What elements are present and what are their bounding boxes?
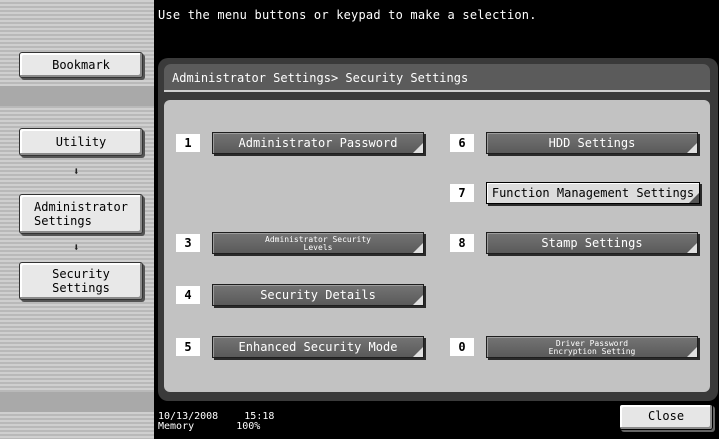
option-key: 0 bbox=[450, 338, 474, 356]
option-key: 4 bbox=[176, 286, 200, 304]
option-label: Administrator Password bbox=[238, 136, 398, 150]
panel-title: Administrator Settings> Security Setting… bbox=[164, 64, 710, 92]
driver-password-encryption-setting-button[interactable]: Driver Password Encryption Setting bbox=[486, 336, 698, 358]
breadcrumb-label: Security Settings bbox=[52, 267, 110, 295]
close-button[interactable]: Close bbox=[619, 404, 713, 430]
function-management-settings-button[interactable]: Function Management Settings bbox=[486, 182, 700, 204]
down-arrow-icon: ⬇ bbox=[73, 241, 80, 254]
memory-label: Memory bbox=[158, 421, 195, 432]
close-label: Close bbox=[647, 409, 685, 423]
option-label: HDD Settings bbox=[548, 136, 636, 150]
breadcrumb-administrator-settings[interactable]: Administrator Settings bbox=[19, 194, 143, 234]
bookmark-label: Bookmark bbox=[52, 58, 110, 72]
memory-value: 100% bbox=[236, 421, 261, 432]
option-key: 6 bbox=[450, 134, 474, 152]
option-key: 7 bbox=[450, 184, 474, 202]
breadcrumb-utility[interactable]: Utility bbox=[19, 128, 143, 156]
option-label: Stamp Settings bbox=[541, 236, 643, 250]
breadcrumb-label: Administrator Settings bbox=[34, 200, 128, 228]
administrator-security-levels-button[interactable]: Administrator Security Levels bbox=[212, 232, 424, 254]
breadcrumb-security-settings[interactable]: Security Settings bbox=[19, 262, 143, 300]
stamp-settings-button[interactable]: Stamp Settings bbox=[486, 232, 698, 254]
instruction-message: Use the menu buttons or keypad to make a… bbox=[158, 8, 537, 22]
down-arrow-icon: ⬇ bbox=[73, 165, 80, 178]
option-key: 8 bbox=[450, 234, 474, 252]
bookmark-button[interactable]: Bookmark bbox=[19, 52, 143, 78]
option-key: 5 bbox=[176, 338, 200, 356]
panel-body: 1 Administrator Password 3 Administrator… bbox=[164, 100, 710, 392]
option-key: 3 bbox=[176, 234, 200, 252]
security-details-button[interactable]: Security Details bbox=[212, 284, 424, 306]
option-label-line2: Levels bbox=[303, 243, 333, 252]
sidebar: Bookmark Utility ⬇ Administrator Setting… bbox=[0, 0, 154, 439]
option-label: Security Details bbox=[260, 288, 376, 302]
administrator-password-button[interactable]: Administrator Password bbox=[212, 132, 424, 154]
hdd-settings-button[interactable]: HDD Settings bbox=[486, 132, 698, 154]
sidebar-divider bbox=[0, 86, 154, 106]
enhanced-security-mode-button[interactable]: Enhanced Security Mode bbox=[212, 336, 424, 358]
breadcrumb-label: Utility bbox=[55, 135, 107, 149]
option-label-line2: Encryption Setting bbox=[548, 347, 636, 356]
status-area: 10/13/2008 15:18 Memory 100% bbox=[158, 412, 274, 432]
option-label: Function Management Settings bbox=[491, 186, 695, 200]
security-settings-panel: Administrator Settings> Security Setting… bbox=[158, 58, 718, 401]
option-label: Enhanced Security Mode bbox=[238, 340, 398, 354]
sidebar-divider bbox=[0, 392, 154, 412]
option-key: 1 bbox=[176, 134, 200, 152]
